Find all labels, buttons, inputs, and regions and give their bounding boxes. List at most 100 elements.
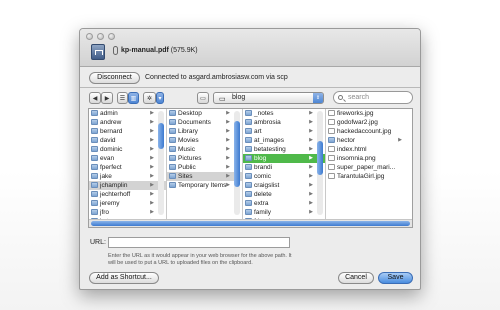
list-item[interactable]: Documents ▶ [167,118,242,127]
list-item[interactable]: fireworks.jpg [326,109,414,118]
list-item[interactable]: brandi ▶ [243,163,325,172]
list-item[interactable]: insomnia.png [326,154,414,163]
list-item[interactable]: Public ▶ [167,163,242,172]
list-item[interactable]: Desktop ▶ [167,109,242,118]
chevron-right-icon: ▶ [150,146,154,152]
folder-icon [91,110,98,116]
list-item[interactable]: delete ▶ [243,190,325,199]
folder-icon [91,155,98,161]
list-item[interactable]: jake ▶ [89,172,166,181]
list-item-label: godofwar2.jpg [337,119,378,126]
chevron-right-icon: ▶ [226,173,230,179]
browser-column-sites[interactable]: _notes ▶ ambrosia ▶ art ▶ at_images ▶ betatestin… [243,109,326,221]
folder-icon [169,119,176,125]
list-item[interactable]: index.html [326,145,414,154]
title-bar: kp-manual.pdf (575.9K) [80,29,420,67]
gear-menu-chevron-icon[interactable]: ▾ [156,92,164,104]
list-item[interactable]: betatesting ▶ [243,145,325,154]
vertical-scroll-thumb[interactable] [234,121,240,187]
back-button[interactable]: ◀ [89,92,101,104]
url-field[interactable] [108,237,290,248]
list-item[interactable]: Temporary Items ▶ [167,181,242,190]
folder-icon [169,182,176,188]
column-view-icon[interactable]: ▥ [128,92,139,104]
save-button[interactable]: Save [378,272,413,284]
horizontal-scrollbar[interactable] [89,219,412,227]
list-item-label: Desktop [178,110,202,117]
list-item-label: Temporary Items [178,182,227,189]
list-item[interactable]: andrew ▶ [89,118,166,127]
list-item[interactable]: jchamplin ▶ [89,181,166,190]
search-placeholder: search [348,94,370,101]
list-item-label: jechterhoff [100,191,131,198]
list-item[interactable]: dominic ▶ [89,145,166,154]
list-item-label: fperfect [100,164,122,171]
list-item[interactable]: family ▶ [243,208,325,217]
chevron-right-icon: ▶ [226,137,230,143]
list-item[interactable]: godofwar2.jpg [326,118,414,127]
list-item[interactable]: jechterhoff ▶ [89,190,166,199]
list-item[interactable]: TarantulaGirl.jpg [326,172,414,181]
list-item[interactable]: extra ▶ [243,199,325,208]
folder-icon [91,209,98,215]
list-item[interactable]: Pictures ▶ [167,154,242,163]
vertical-scrollbar[interactable] [317,111,323,215]
chevron-right-icon: ▶ [398,137,402,143]
list-item-label: family [254,209,271,216]
browser-column-blog[interactable]: fireworks.jpg godofwar2.jpg hackedaccount.… [326,109,414,221]
image-file-icon [328,155,335,161]
list-item[interactable]: fperfect ▶ [89,163,166,172]
window-controls [86,33,115,40]
list-item[interactable]: jeremy ▶ [89,199,166,208]
list-item[interactable]: art ▶ [243,127,325,136]
close-window-button[interactable] [86,33,93,40]
vertical-scrollbar[interactable] [158,111,164,215]
vertical-scroll-thumb[interactable] [158,123,164,149]
minimize-window-button[interactable] [97,33,104,40]
folder-icon [245,182,252,188]
list-item[interactable]: Music ▶ [167,145,242,154]
list-item[interactable]: jfro ▶ [89,208,166,217]
vertical-scroll-thumb[interactable] [317,141,323,175]
image-file-icon [328,146,335,152]
list-item-label: andrew [100,119,122,126]
list-item-label: blog [254,155,267,162]
list-item[interactable]: craigslist ▶ [243,181,325,190]
browser-column-users[interactable]: admin ▶ andrew ▶ bernard ▶ david ▶ dominic ▶ evan ▶… [89,109,167,221]
path-popup-label: blog [232,94,246,101]
list-item[interactable]: at_images ▶ [243,136,325,145]
list-item[interactable]: david ▶ [89,136,166,145]
forward-button[interactable]: ▶ [101,92,113,104]
list-item[interactable]: bernard ▶ [89,127,166,136]
chevron-right-icon: ▶ [226,128,230,134]
action-gear-icon[interactable]: ✲ [143,92,156,104]
list-item[interactable]: admin ▶ [89,109,166,118]
list-item[interactable]: evan ▶ [89,154,166,163]
list-item[interactable]: Sites ▶ [167,172,242,181]
folder-icon [169,155,176,161]
folder-icon [328,137,335,143]
list-item[interactable]: super_paper_mari... [326,163,414,172]
list-item[interactable]: hector ▶ [326,136,414,145]
folder-icon [91,164,98,170]
list-item[interactable]: blog ▶ [243,154,325,163]
list-item[interactable]: _notes ▶ [243,109,325,118]
browser-column-home[interactable]: Desktop ▶ Documents ▶ Library ▶ Movies ▶ Music ▶ P… [167,109,243,221]
vertical-scrollbar[interactable] [234,111,240,215]
folder-icon [169,173,176,179]
horizontal-scroll-thumb[interactable] [91,221,410,226]
list-item-label: at_images [254,137,284,144]
list-item[interactable]: ambrosia ▶ [243,118,325,127]
new-folder-icon[interactable]: ▭ [197,92,209,104]
list-view-icon[interactable]: ☰ [117,92,128,104]
list-item[interactable]: comic ▶ [243,172,325,181]
list-item[interactable]: hackedaccount.jpg [326,127,414,136]
add-as-shortcut-button[interactable]: Add as Shortcut... [89,272,159,284]
zoom-window-button[interactable] [108,33,115,40]
list-item[interactable]: Library ▶ [167,127,242,136]
list-item[interactable]: Movies ▶ [167,136,242,145]
path-popup[interactable]: ▭ blog ⇕ [213,92,324,104]
cancel-button[interactable]: Cancel [338,272,374,284]
search-input[interactable]: search [333,91,413,104]
disconnect-button[interactable]: Disconnect [89,72,140,84]
